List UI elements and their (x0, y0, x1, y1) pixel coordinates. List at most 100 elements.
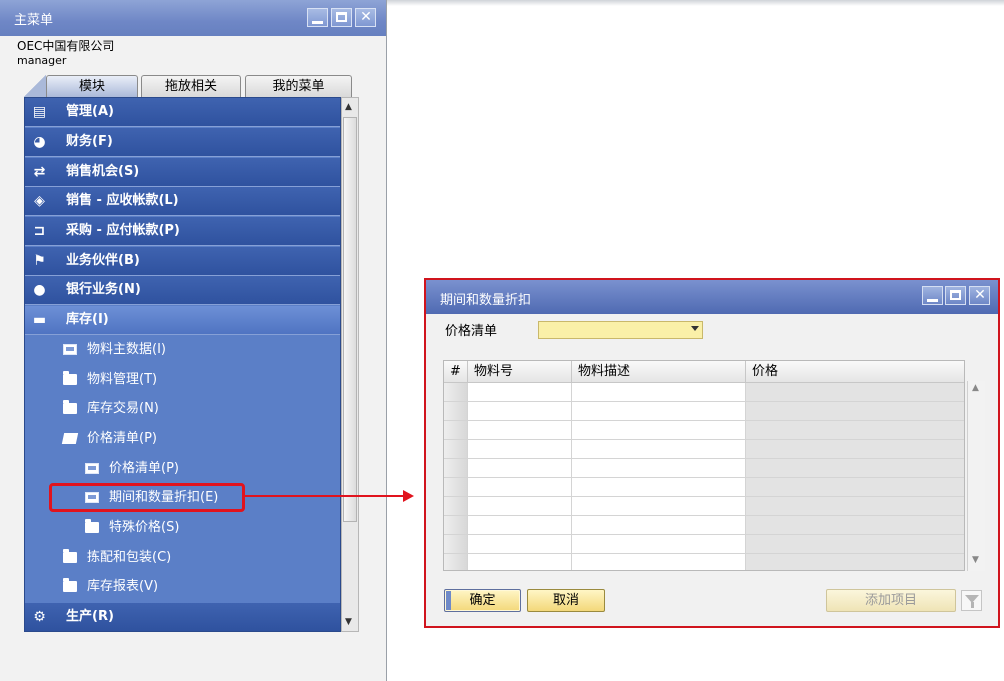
grid-cell[interactable] (572, 497, 746, 516)
grid-cell[interactable] (572, 516, 746, 535)
grid-cell[interactable] (468, 554, 572, 570)
close-button[interactable]: ✕ (969, 286, 990, 305)
sub-item-inventory-transactions[interactable]: 库存交易(N) (63, 395, 340, 424)
maximize-icon (336, 12, 347, 22)
sub-item-label: 物料管理(T) (87, 372, 158, 387)
grid-cell[interactable] (746, 421, 964, 440)
grid-header-1[interactable]: 物料号 (468, 361, 572, 383)
menu-item-administration[interactable]: ▤ 管理(A) (25, 98, 340, 127)
sub-item-inventory-reports[interactable]: 库存报表(V) (63, 573, 340, 602)
grid-cell (444, 497, 468, 516)
grid-cell[interactable] (468, 459, 572, 478)
close-icon: ✕ (360, 9, 372, 25)
arrow-head-icon (403, 490, 414, 502)
grid-cell[interactable] (572, 535, 746, 554)
grid-header-0[interactable]: # (444, 361, 468, 383)
sub-item-label: 价格清单(P) (87, 431, 157, 446)
add-item-button[interactable]: 添加项目 (826, 589, 956, 612)
scroll-thumb[interactable] (343, 117, 357, 522)
screen: 主菜单 ✕ OEC中国有限公司 manager 模块 拖放相关 我的菜单 ▤ 管… (0, 0, 1004, 681)
menu-item-purchasing-ap[interactable]: ⊐ 采购 - 应付帐款(P) (25, 217, 340, 246)
scroll-up-icon[interactable]: ▲ (972, 383, 979, 393)
grid-cell[interactable] (468, 421, 572, 440)
menu-item-label: 银行业务(N) (66, 282, 141, 297)
grid-cell[interactable] (746, 535, 964, 554)
grid-cell[interactable] (572, 402, 746, 421)
close-icon: ✕ (974, 287, 986, 303)
menu-item-production[interactable]: ⚙ 生产(R) (25, 603, 340, 631)
main-menu-window: 主菜单 ✕ OEC中国有限公司 manager 模块 拖放相关 我的菜单 ▤ 管… (0, 0, 387, 681)
dialog-title: 期间和数量折扣 (440, 293, 532, 308)
sub-item-label: 拣配和包装(C) (87, 550, 172, 565)
tab-drag-relate[interactable]: 拖放相关 (141, 75, 241, 97)
grid-cell[interactable] (572, 554, 746, 570)
grid-cell[interactable] (468, 535, 572, 554)
menu-item-sales-ar[interactable]: ◈ 销售 - 应收帐款(L) (25, 187, 340, 216)
sub-item-price-lists-folder[interactable]: 价格清单(P) (61, 425, 340, 454)
tab-modules[interactable]: 模块 (46, 75, 138, 97)
grid-cell[interactable] (746, 478, 964, 497)
menu-item-business-partners[interactable]: ⚑ 业务伙伴(B) (25, 247, 340, 276)
sub-item-label: 库存交易(N) (87, 401, 159, 416)
menu-scrollbar[interactable]: ▲ ▼ (341, 97, 359, 632)
dialog-titlebar[interactable]: 期间和数量折扣 ✕ (426, 280, 998, 314)
tab-my-menu[interactable]: 我的菜单 (245, 75, 352, 97)
scroll-down-icon[interactable]: ▼ (345, 617, 352, 627)
folder-icon (85, 519, 99, 533)
grid-cell[interactable] (746, 383, 964, 402)
maximize-button[interactable] (945, 286, 966, 305)
price-list-select[interactable] (538, 321, 703, 339)
grid-cell[interactable] (572, 459, 746, 478)
grid-header-2[interactable]: 物料描述 (572, 361, 746, 383)
sub-item-price-lists[interactable]: 价格清单(P) (85, 455, 340, 484)
grid-cell (444, 516, 468, 535)
menu-item-financials[interactable]: ◕ 财务(F) (25, 128, 340, 157)
grid-header-3[interactable]: 价格 (746, 361, 964, 383)
grid-scrollbar[interactable]: ▲ ▼ (967, 381, 985, 571)
sub-item-item-management[interactable]: 物料管理(T) (63, 366, 340, 395)
minimize-button[interactable] (307, 8, 328, 27)
filter-icon[interactable] (961, 590, 982, 611)
minimize-button[interactable] (922, 286, 943, 305)
menu-item-banking[interactable]: ● 银行业务(N) (25, 276, 340, 305)
grid-cell[interactable] (572, 440, 746, 459)
grid-cell (444, 478, 468, 497)
grid-cell[interactable] (572, 383, 746, 402)
grid-cell[interactable] (468, 402, 572, 421)
scroll-up-icon[interactable]: ▲ (345, 102, 352, 112)
scroll-down-icon[interactable]: ▼ (972, 555, 979, 565)
menu-item-label: 业务伙伴(B) (66, 253, 140, 268)
grid-cell[interactable] (572, 421, 746, 440)
sub-item-special-prices[interactable]: 特殊价格(S) (85, 514, 340, 543)
grid-cell[interactable] (468, 440, 572, 459)
grid-cell[interactable] (468, 516, 572, 535)
grid-cell[interactable] (746, 516, 964, 535)
grid-cell[interactable] (572, 478, 746, 497)
grid-cell[interactable] (746, 440, 964, 459)
maximize-button[interactable] (331, 8, 352, 27)
box-icon: ▬ (32, 312, 47, 328)
grid-cell[interactable] (746, 554, 964, 570)
sub-item-item-master-data[interactable]: 物料主数据(I) (63, 336, 340, 365)
menu-item-inventory[interactable]: ▬ 库存(I) (25, 306, 340, 335)
ok-button[interactable]: 确定 (444, 589, 521, 612)
grid-cell[interactable] (468, 497, 572, 516)
menu-tabs: 模块 拖放相关 我的菜单 (24, 75, 364, 97)
minimize-icon (312, 21, 323, 24)
close-button[interactable]: ✕ (355, 8, 376, 27)
menu-item-label: 财务(F) (66, 134, 113, 149)
folder-icon (63, 578, 77, 592)
cancel-button[interactable]: 取消 (527, 589, 605, 612)
grid-cell (444, 535, 468, 554)
grid-cell[interactable] (746, 459, 964, 478)
coins-icon: ● (33, 282, 46, 298)
main-menu-titlebar[interactable]: 主菜单 ✕ (0, 0, 386, 36)
grid-cell[interactable] (468, 383, 572, 402)
discount-dialog: 期间和数量折扣 ✕ 价格清单 # 物料号 物料描述 价格 ▲ ▼ 确定 取消 添加项目 (424, 278, 1000, 628)
grid-cell[interactable] (746, 497, 964, 516)
menu-item-opportunities[interactable]: ⇄ 销售机会(S) (25, 158, 340, 187)
grid-cell[interactable] (468, 478, 572, 497)
grid-cell[interactable] (746, 402, 964, 421)
sub-item-pick-and-pack[interactable]: 拣配和包装(C) (63, 544, 340, 573)
sub-item-label: 特殊价格(S) (109, 520, 180, 535)
